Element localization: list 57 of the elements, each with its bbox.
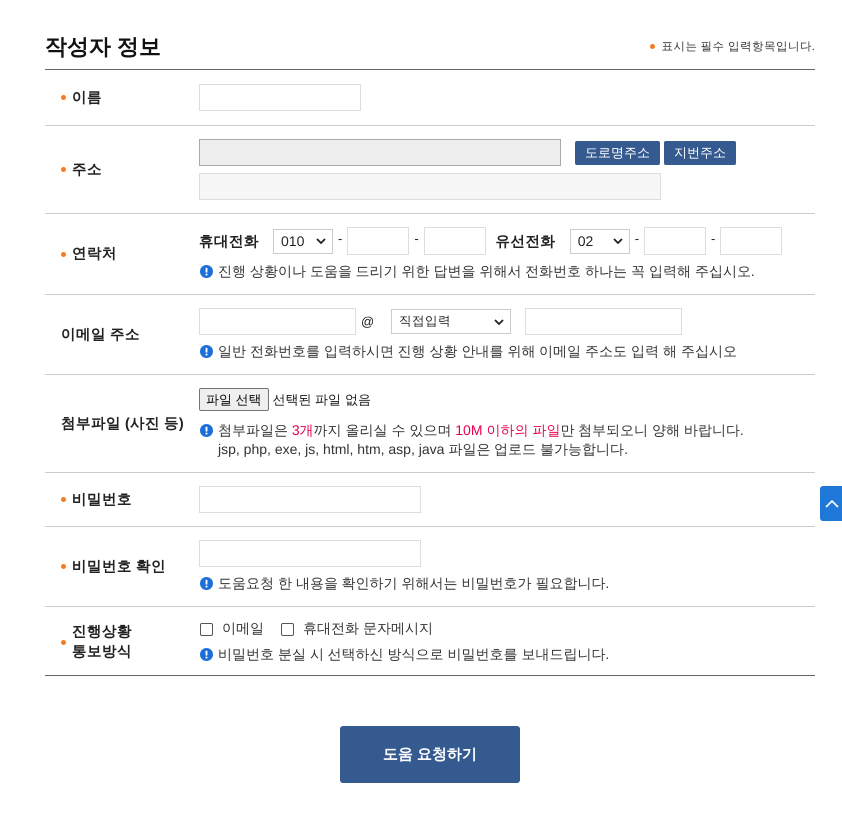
field-label: 진행상황 통보방식 [72,623,132,662]
checkbox-label: 휴대전화 문자메시지 [303,620,433,638]
scroll-top-button[interactable] [820,486,842,521]
phone-input[interactable] [347,227,410,255]
bullet-icon [650,44,656,49]
domain-input[interactable] [525,308,682,335]
note-text: 일반 전화번호를 입력하시면 진행 상황 안내를 위해 이메일 주소도 입력 해 주십시오 [218,342,737,361]
chevron-down-icon [316,238,326,244]
note-text: 진행 상황이나 도움을 드리기 위한 답변을 위해서 전화번호 하나는 꼭 입력해 주십시오. [218,262,755,281]
field-label: 이름 [72,88,102,108]
field-label: 비밀번호 확인 [72,558,166,576]
file-status-text: 선택된 파일 없음 [272,390,371,408]
domain-select[interactable]: 직접입력 [391,309,512,334]
address-search-button[interactable]: 지번주소 [664,140,736,164]
email-input[interactable] [199,308,356,335]
phone-input[interactable] [424,227,486,255]
password-input[interactable] [199,540,421,567]
field-label: 비밀번호 [72,490,132,510]
info-icon [200,648,213,661]
file-select-button[interactable]: 파일 선택 [199,388,269,411]
phone-input[interactable] [720,227,782,255]
info-icon [200,424,213,437]
phone-type-label: 유선전화 [496,232,556,250]
field-label: 연락처 [72,245,117,264]
chevron-down-icon [612,238,623,244]
note-text: 비밀번호 분실 시 선택하신 방식으로 비밀번호를 보내드립니다. [218,645,610,664]
note-text: jsp, php, exe, js, html, htm, asp, java 파일은 업로드 불가능합니다. [218,440,628,459]
info-icon [200,345,213,358]
phone-type-label: 휴대전화 [199,232,259,250]
chevron-up-icon [825,500,839,508]
text-input[interactable] [199,84,361,111]
dash-separator: - [338,230,342,246]
dash-separator: - [634,230,640,246]
info-icon [200,577,213,590]
address-search-button[interactable]: 도로명주소 [575,140,660,164]
field-label: 첨부파일 (사진 등) [61,414,184,434]
note-text: 첨부파일은 3개까지 올리실 수 있으며 10M 이하의 파일만 첨부되오니 양해 바랍니다. [218,421,744,440]
address-detail-field[interactable] [199,173,661,200]
required-note: 표시는 필수 입력항목입니다. [661,40,815,54]
section-title: 작성자 정보 [45,32,162,60]
phone-input[interactable] [644,227,706,255]
field-label: 주소 [72,160,102,180]
submit-button[interactable]: 도움 요청하기 [340,726,520,783]
checkbox[interactable] [200,622,213,636]
prefix-select[interactable]: 010 [273,228,333,254]
password-input[interactable] [199,486,421,513]
chevron-down-icon [494,318,504,324]
field-label: 이메일 주소 [61,326,140,344]
prefix-select[interactable]: 02 [570,228,630,254]
address-field[interactable] [199,139,561,166]
note-text: 도움요청 한 내용을 확인하기 위해서는 비밀번호가 필요합니다. [218,574,610,593]
at-sign: @ [361,314,374,329]
checkbox[interactable] [281,622,294,636]
checkbox-label: 이메일 [222,620,264,638]
info-icon [200,265,213,278]
dash-separator: - [414,230,419,246]
dash-separator: - [711,230,716,246]
